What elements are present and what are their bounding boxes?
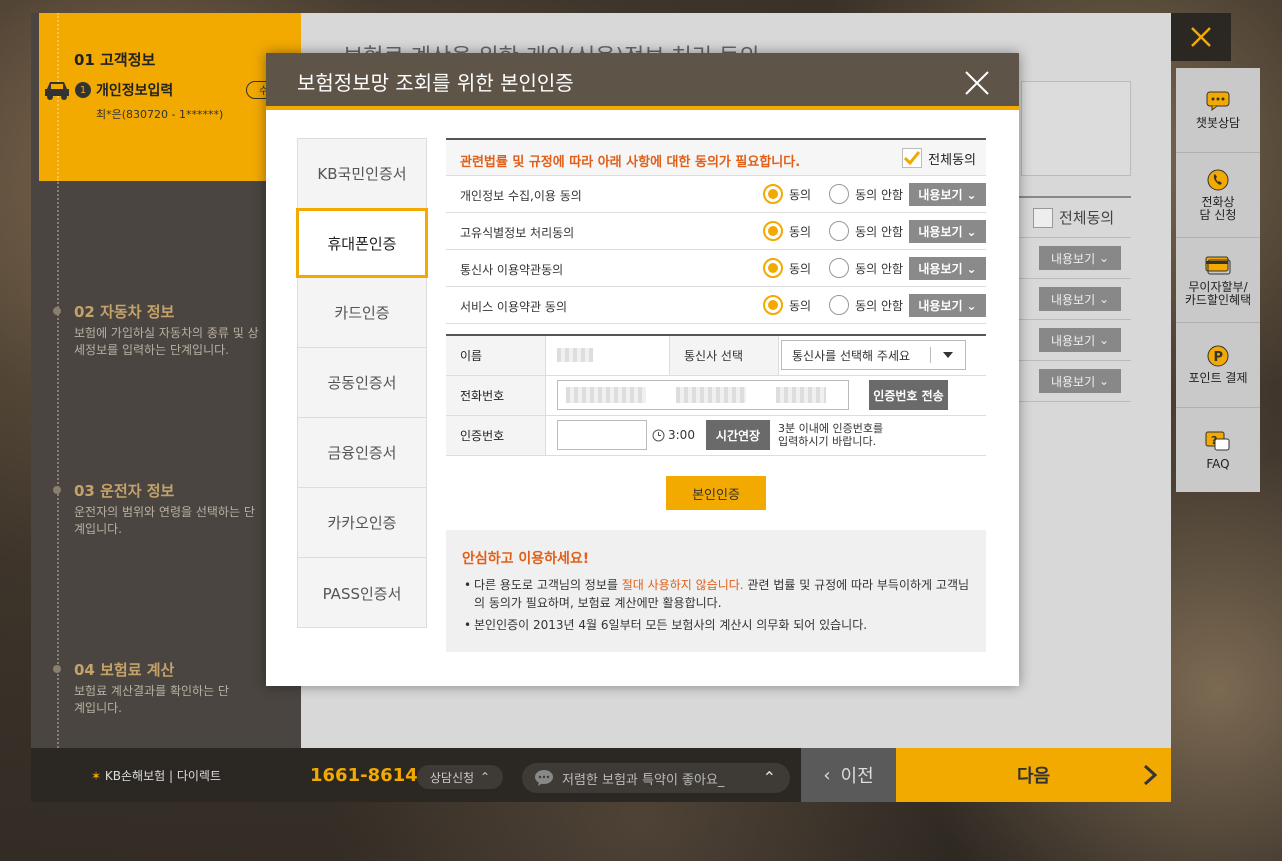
agree-radio[interactable] bbox=[763, 221, 783, 241]
chevron-down-icon: ⌄ bbox=[966, 298, 977, 313]
svg-text:P: P bbox=[1214, 350, 1224, 365]
phone-input[interactable] bbox=[557, 380, 849, 410]
tab-kb-cert[interactable]: KB국민인증서 bbox=[298, 139, 426, 209]
quick-faq[interactable]: ? FAQ bbox=[1176, 408, 1260, 493]
extend-time-button[interactable]: 시간연장 bbox=[706, 420, 770, 450]
car-icon bbox=[45, 82, 69, 100]
prev-button[interactable]: ‹ 이전 bbox=[801, 748, 896, 802]
clock-icon bbox=[652, 429, 665, 441]
quick-card-benefit[interactable]: 무이자할부/ 카드할인혜택 bbox=[1176, 238, 1260, 323]
step-car-info[interactable]: 02 자동차 정보 bbox=[74, 301, 174, 322]
tab-pass[interactable]: PASS인증서 bbox=[298, 558, 426, 628]
chevron-down-icon: ⌄ bbox=[966, 261, 977, 276]
disagree-radio[interactable] bbox=[829, 221, 850, 241]
step-desc: 운전자의 범위와 연령을 선택하는 단계입니다. bbox=[74, 505, 255, 536]
quick-chatbot[interactable]: 챗봇상담 bbox=[1176, 68, 1260, 153]
chevron-up-icon: ⌃ bbox=[762, 768, 776, 787]
substep-number: 1 bbox=[75, 82, 91, 98]
agree-row: 통신사 이용약관동의 동의 동의 안함 내용보기 ⌄ bbox=[446, 250, 986, 287]
next-button[interactable]: 다음 bbox=[896, 748, 1171, 802]
masked-name bbox=[557, 348, 593, 362]
bg-view-button[interactable]: 내용보기 ⌄ bbox=[1039, 328, 1121, 352]
carrier-select[interactable]: 통신사를 선택해 주세요 bbox=[781, 340, 966, 370]
verification-form: 이름 통신사 선택 통신사를 선택해 주세요 전화번호 인증번호 전송 인증번호 bbox=[446, 334, 986, 456]
modal-title: 보험정보망 조회를 위한 본인인증 bbox=[297, 71, 574, 95]
chatbot-icon bbox=[1205, 90, 1231, 112]
close-icon[interactable] bbox=[965, 71, 989, 95]
name-row: 이름 통신사 선택 통신사를 선택해 주세요 bbox=[446, 336, 986, 376]
checkbox[interactable] bbox=[1033, 207, 1053, 228]
phone-row: 전화번호 인증번호 전송 bbox=[446, 376, 986, 416]
tab-mobile[interactable]: 휴대폰인증 bbox=[296, 208, 428, 278]
chat-bubble-icon bbox=[535, 770, 553, 786]
substep-title: 개인정보입력 bbox=[96, 83, 174, 99]
bg-all-agree[interactable]: 전체동의 bbox=[1019, 196, 1131, 238]
tab-financial-cert[interactable]: 금융인증서 bbox=[298, 418, 426, 488]
code-hint: 3분 이내에 인증번호를 입력하시기 바랍니다. bbox=[778, 422, 884, 448]
identity-verification-modal: 보험정보망 조회를 위한 본인인증 KB국민인증서 휴대폰인증 카드인증 공동인… bbox=[266, 53, 1019, 686]
chevron-right-icon bbox=[1143, 764, 1157, 786]
step-desc: 보험에 가입하실 자동차의 종류 및 상세정보를 입력하는 단계입니다. bbox=[74, 326, 259, 357]
safety-notice: 안심하고 이용하세요! 다른 용도로 고객님의 정보를 절대 사용하지 않습니다… bbox=[446, 530, 986, 652]
step-title: 01 고객정보 bbox=[74, 51, 156, 69]
step-premium-calc[interactable]: 04 보험료 계산 bbox=[74, 659, 174, 680]
kb-logo: ✶ KB손해보험 | 다이렉트 bbox=[91, 769, 221, 783]
phone-number[interactable]: 1661-8614 bbox=[310, 765, 418, 786]
code-input[interactable] bbox=[557, 420, 647, 450]
bg-view-button[interactable]: 내용보기 ⌄ bbox=[1039, 246, 1121, 270]
step-desc: 보험료 계산결과를 확인하는 단계입니다. bbox=[74, 684, 229, 715]
view-terms-button[interactable]: 내용보기 ⌄ bbox=[909, 183, 986, 206]
quick-menu: 챗봇상담 전화상담 신청 무이자할부/ 카드할인혜택 P 포인트 결제 ? FA… bbox=[1176, 68, 1260, 492]
phone-consult-icon bbox=[1205, 169, 1231, 191]
timer: 3:00 bbox=[652, 428, 695, 442]
auth-method-tabs: KB국민인증서 휴대폰인증 카드인증 공동인증서 금융인증서 카카오인증 PAS… bbox=[296, 138, 428, 628]
tab-kakao[interactable]: 카카오인증 bbox=[298, 488, 426, 558]
card-icon bbox=[1205, 254, 1231, 276]
modal-header: 보험정보망 조회를 위한 본인인증 bbox=[266, 53, 1019, 110]
verify-button[interactable]: 본인인증 bbox=[666, 476, 766, 510]
chevron-left-icon: ‹ bbox=[823, 764, 831, 786]
chevron-down-icon: ⌄ bbox=[966, 187, 977, 202]
faq-icon: ? bbox=[1205, 431, 1231, 453]
checkmark-icon bbox=[902, 148, 923, 168]
chevron-up-icon: ⌃ bbox=[480, 770, 491, 784]
agree-header: 관련법률 및 규정에 따라 아래 사항에 대한 동의가 필요합니다. 전체동의 bbox=[446, 138, 986, 176]
agree-notice: 관련법률 및 규정에 따라 아래 사항에 대한 동의가 필요합니다. bbox=[460, 155, 801, 170]
step-panel: 01 고객정보 1 개인정보입력 수 최*은(830720 - 1******)… bbox=[31, 13, 301, 748]
customer-name-value: 최*은(830720 - 1******) bbox=[96, 108, 224, 121]
chat-suggestion-bar[interactable]: 저렴한 보험과 특약이 좋아요_ ⌃ bbox=[522, 763, 790, 793]
caret-down-icon bbox=[943, 352, 953, 358]
code-row: 인증번호 3:00 시간연장 3분 이내에 인증번호를 입력하시기 바랍니다. bbox=[446, 416, 986, 456]
disagree-radio[interactable] bbox=[829, 295, 850, 315]
step-customer-info[interactable]: 01 고객정보 1 개인정보입력 수 최*은(830720 - 1******) bbox=[39, 13, 301, 181]
close-page-button[interactable] bbox=[1171, 13, 1231, 61]
close-icon bbox=[1191, 27, 1211, 47]
agree-row: 개인정보 수집,이용 동의 동의 동의 안함 내용보기 ⌄ bbox=[446, 176, 986, 213]
agree-radio[interactable] bbox=[763, 295, 783, 315]
point-icon: P bbox=[1205, 345, 1231, 367]
agree-row: 서비스 이용약관 동의 동의 동의 안함 내용보기 ⌄ bbox=[446, 287, 986, 324]
disagree-radio[interactable] bbox=[829, 258, 850, 278]
modal-content: 관련법률 및 규정에 따라 아래 사항에 대한 동의가 필요합니다. 전체동의 … bbox=[446, 138, 986, 652]
step-driver-info[interactable]: 03 운전자 정보 bbox=[74, 480, 174, 501]
view-terms-button[interactable]: 내용보기 ⌄ bbox=[909, 257, 986, 280]
tab-joint-cert[interactable]: 공동인증서 bbox=[298, 348, 426, 418]
send-code-button[interactable]: 인증번호 전송 bbox=[869, 380, 948, 410]
chevron-down-icon: ⌄ bbox=[966, 224, 977, 239]
agree-row: 고유식별정보 처리동의 동의 동의 안함 내용보기 ⌄ bbox=[446, 213, 986, 250]
bg-view-button[interactable]: 내용보기 ⌄ bbox=[1039, 287, 1121, 311]
tab-card[interactable]: 카드인증 bbox=[298, 278, 426, 348]
quick-point-pay[interactable]: P 포인트 결제 bbox=[1176, 323, 1260, 408]
all-agree-checkbox[interactable]: 전체동의 bbox=[902, 148, 976, 168]
view-terms-button[interactable]: 내용보기 ⌄ bbox=[909, 220, 986, 243]
agree-radio[interactable] bbox=[763, 258, 783, 278]
disagree-radio[interactable] bbox=[829, 184, 850, 204]
consult-button[interactable]: 상담신청 ⌃ bbox=[417, 765, 503, 789]
quick-phone-consult[interactable]: 전화상담 신청 bbox=[1176, 153, 1260, 238]
bg-view-button[interactable]: 내용보기 ⌄ bbox=[1039, 369, 1121, 393]
view-terms-button[interactable]: 내용보기 ⌄ bbox=[909, 294, 986, 317]
agree-radio[interactable] bbox=[763, 184, 783, 204]
bottom-bar: ✶ KB손해보험 | 다이렉트 1661-8614 상담신청 ⌃ 저렴한 보험과 … bbox=[31, 748, 1171, 802]
